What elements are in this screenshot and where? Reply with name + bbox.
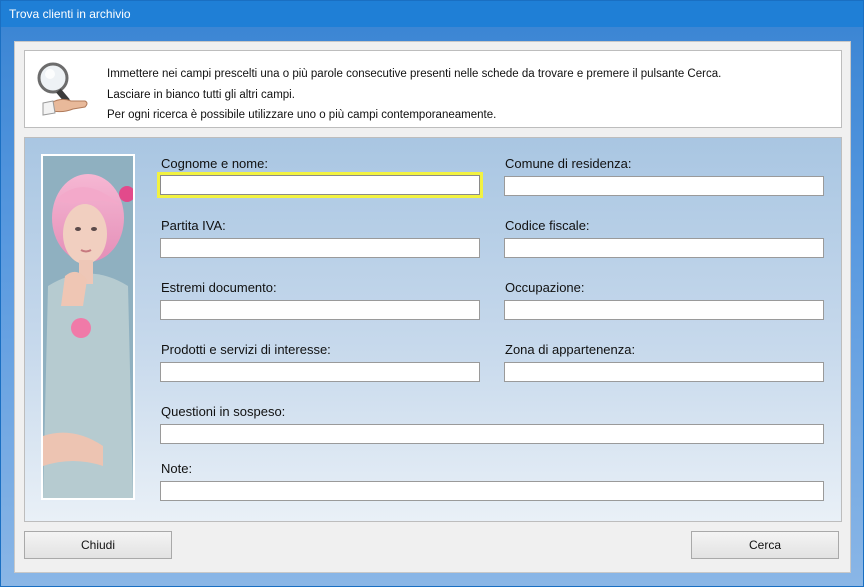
partita-iva-input[interactable] — [160, 238, 480, 258]
note-input[interactable] — [160, 481, 824, 501]
title-bar[interactable]: Trova clienti in archivio — [1, 1, 863, 27]
zona-appartenenza-input[interactable] — [504, 362, 824, 382]
occupazione-input[interactable] — [504, 300, 824, 320]
comune-residenza-label: Comune di residenza: — [505, 156, 632, 171]
cognome-nome-label: Cognome e nome: — [161, 156, 268, 171]
comune-residenza-input[interactable] — [504, 176, 824, 196]
window-client-area: Immettere nei campi prescelti una o più … — [1, 27, 863, 586]
decorative-photo — [41, 154, 135, 500]
estremi-documento-label: Estremi documento: — [161, 280, 277, 295]
instructions-line-2: Lasciare in bianco tutti gli altri campi… — [107, 88, 295, 101]
zona-appartenenza-label: Zona di appartenenza: — [505, 342, 636, 357]
instructions-box: Immettere nei campi prescelti una o più … — [24, 50, 842, 128]
window-title: Trova clienti in archivio — [9, 7, 131, 21]
search-form: Cognome e nome: Comune di residenza: Par… — [24, 137, 842, 522]
partita-iva-label: Partita IVA: — [161, 218, 226, 233]
note-label: Note: — [161, 461, 193, 476]
magnifier-in-hand-icon — [33, 59, 91, 117]
instructions-line-1: Immettere nei campi prescelti una o più … — [107, 68, 722, 80]
instructions-text: Immettere nei campi prescelti una o più … — [107, 64, 721, 126]
questioni-sospeso-label: Questioni in sospeso: — [161, 404, 286, 419]
content-panel: Immettere nei campi prescelti una o più … — [14, 41, 851, 573]
questioni-sospeso-input[interactable] — [160, 424, 824, 444]
cognome-nome-input[interactable] — [157, 172, 483, 198]
close-button[interactable]: Chiudi — [24, 531, 172, 559]
instructions-line-3: Per ogni ricerca è possibile utilizzare … — [107, 109, 497, 121]
occupazione-label: Occupazione: — [505, 280, 585, 295]
prodotti-servizi-label: Prodotti e servizi di interesse: — [161, 342, 331, 357]
prodotti-servizi-input[interactable] — [160, 362, 480, 382]
estremi-documento-input[interactable] — [160, 300, 480, 320]
search-button[interactable]: Cerca — [691, 531, 839, 559]
codice-fiscale-input[interactable] — [504, 238, 824, 258]
search-clients-window: Trova clienti in archivio Immettere nei … — [0, 0, 864, 587]
codice-fiscale-label: Codice fiscale: — [505, 218, 590, 233]
